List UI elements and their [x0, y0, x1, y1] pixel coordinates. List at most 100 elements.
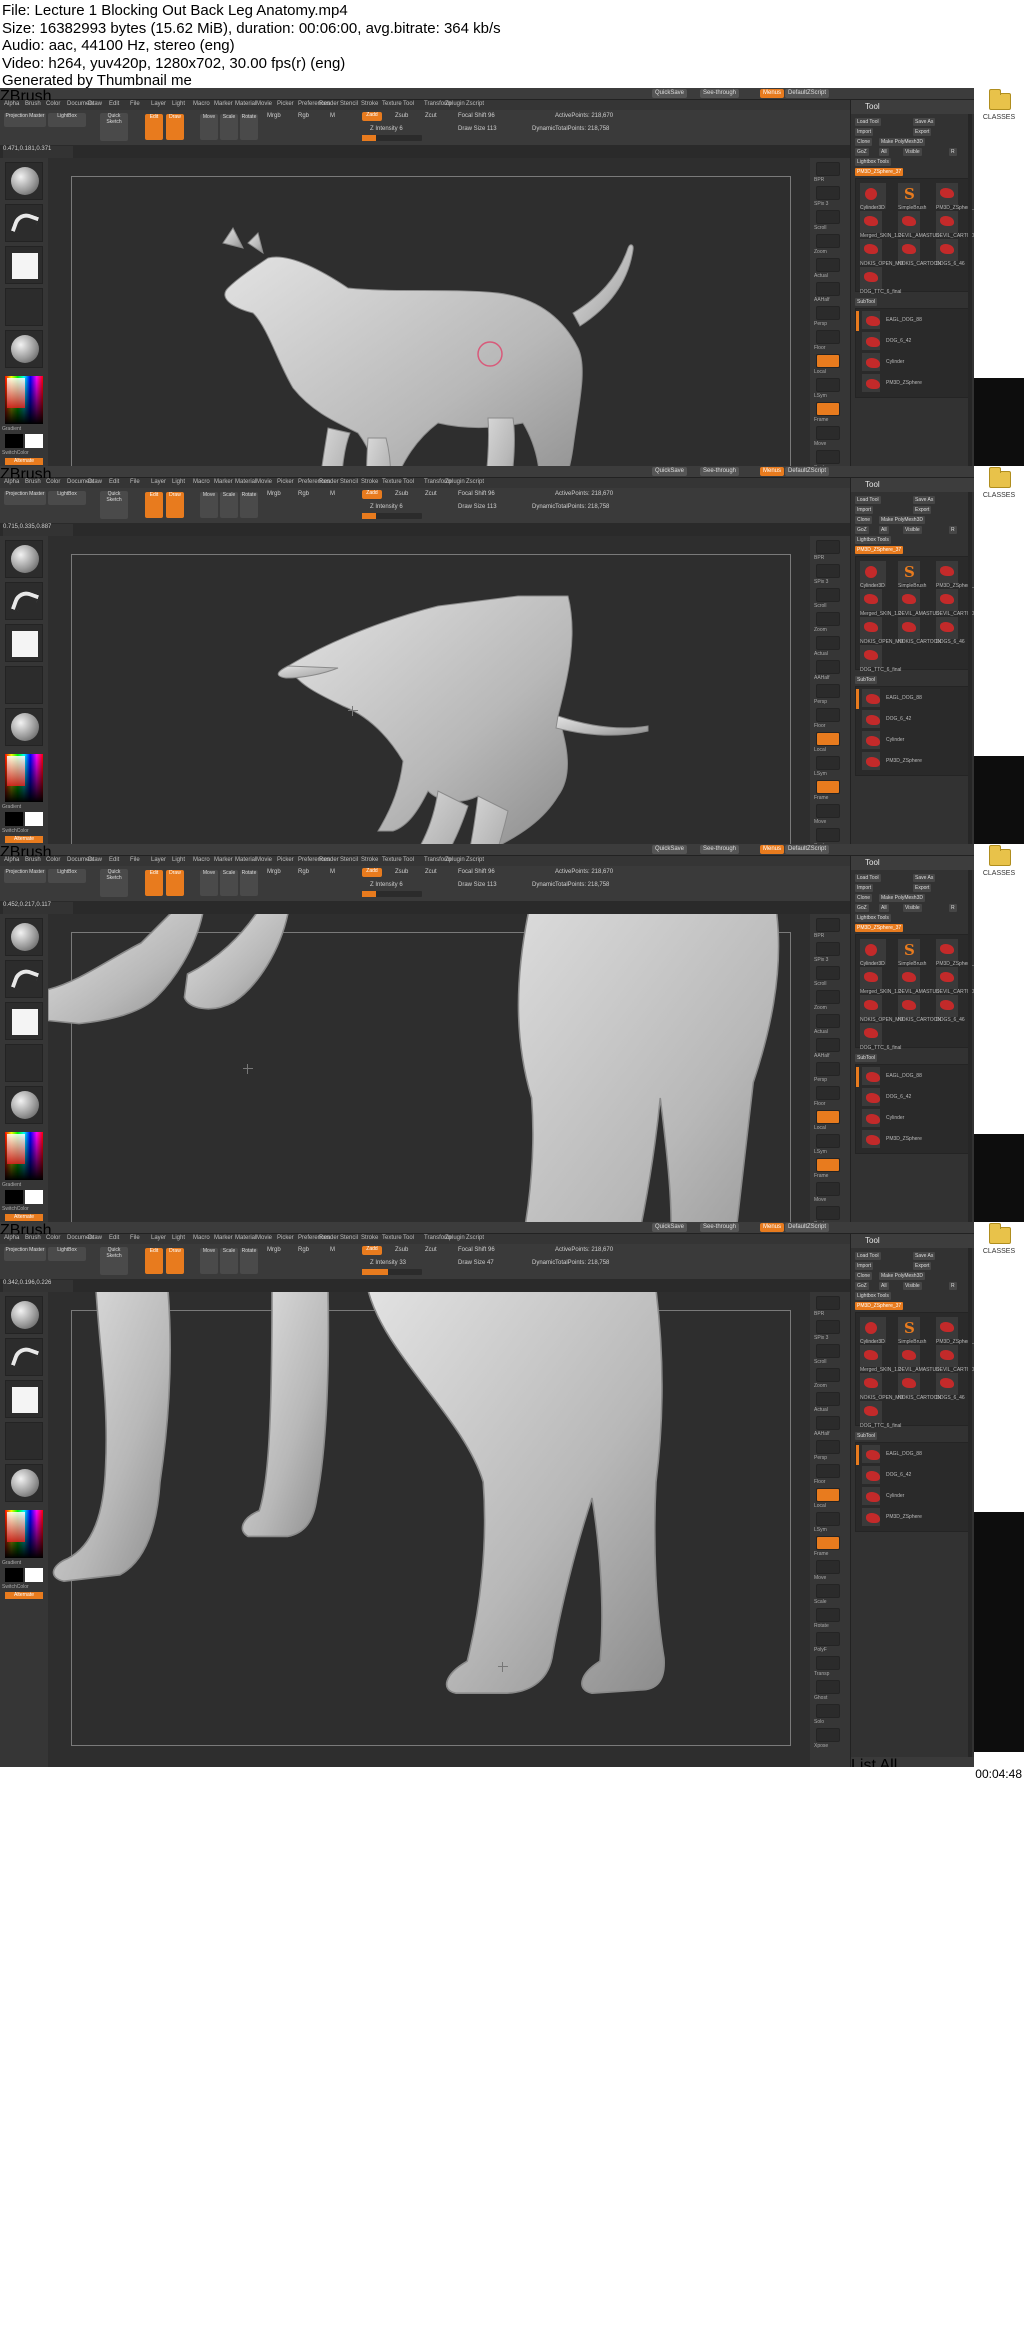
m-toggle[interactable]: M [330, 491, 335, 497]
mrgb-toggle[interactable]: Mrgb [267, 491, 281, 497]
zsub-button[interactable]: Zsub [395, 1247, 408, 1253]
import-button[interactable]: Import [855, 1262, 874, 1270]
menu-stroke[interactable]: Stroke [361, 1235, 378, 1241]
shelf-zoom-button[interactable] [816, 612, 840, 626]
shelf-scale-button[interactable] [816, 1206, 840, 1220]
subtool-thumb-2[interactable] [862, 332, 880, 350]
shelf-persp-button[interactable] [816, 1062, 840, 1076]
menu-macro[interactable]: Macro [193, 1235, 210, 1241]
tool-thumb-2[interactable] [898, 183, 920, 205]
menu-picker[interactable]: Picker [277, 857, 294, 863]
shelf-actual-button[interactable] [816, 636, 840, 650]
color-swatches[interactable] [5, 1568, 43, 1582]
alpha-slot[interactable] [5, 1002, 43, 1040]
color-swatches[interactable] [5, 434, 43, 448]
menu-stroke[interactable]: Stroke [361, 101, 378, 107]
tool-thumb-6[interactable] [936, 1345, 958, 1367]
alpha-slot[interactable] [5, 624, 43, 662]
mrgb-toggle[interactable]: Mrgb [267, 869, 281, 875]
move-button[interactable]: Move [200, 114, 218, 140]
menu-zscript[interactable]: Zscript [466, 101, 484, 107]
subtool-thumb-4[interactable] [862, 374, 880, 392]
r-button[interactable]: R [949, 148, 957, 156]
quick-sketch-button[interactable]: Quick Sketch [100, 491, 128, 519]
menu-light[interactable]: Light [172, 1235, 185, 1241]
tool-thumb-9[interactable] [936, 239, 958, 261]
all-button[interactable]: All [879, 526, 889, 534]
tool-thumb-2[interactable] [898, 1317, 920, 1339]
tool-thumb-10[interactable] [860, 267, 882, 289]
tool-thumb-5[interactable] [898, 589, 920, 611]
menu-file[interactable]: File [130, 857, 140, 863]
visible-button[interactable]: Visible [903, 148, 922, 156]
shelf-actual-button[interactable] [816, 258, 840, 272]
mrgb-toggle[interactable]: Mrgb [267, 113, 281, 119]
shelf-transp-button[interactable] [816, 1656, 840, 1670]
visible-button[interactable]: Visible [903, 526, 922, 534]
menu-material[interactable]: Material [235, 1235, 256, 1241]
menu-alpha[interactable]: Alpha [4, 479, 19, 485]
zcut-button[interactable]: Zcut [425, 491, 437, 497]
tool-thumb-5[interactable] [898, 211, 920, 233]
menu-stencil[interactable]: Stencil [340, 857, 358, 863]
z-intensity-track[interactable] [362, 1269, 422, 1275]
menu-material[interactable]: Material [235, 101, 256, 107]
draw-size-slider[interactable]: Draw Size 113 [458, 126, 497, 132]
r-button[interactable]: R [949, 904, 957, 912]
menu-movie[interactable]: Movie [256, 479, 272, 485]
shelf-frame-button[interactable] [816, 402, 840, 416]
menu-file[interactable]: File [130, 1235, 140, 1241]
make-polymesh-button[interactable]: Make PolyMesh3D [879, 138, 925, 146]
stroke-slot[interactable] [5, 582, 43, 620]
export-button[interactable]: Export [913, 1262, 932, 1270]
menu-tool[interactable]: Tool [403, 101, 414, 107]
shelf-zoom-button[interactable] [816, 1368, 840, 1382]
menu-draw[interactable]: Draw [88, 857, 102, 863]
goz-button[interactable]: GoZ [855, 1282, 869, 1290]
menu-texture[interactable]: Texture [382, 479, 402, 485]
tool-thumb-6[interactable] [936, 211, 958, 233]
shelf-bpr-button[interactable] [816, 1296, 840, 1310]
material-slot[interactable] [5, 330, 43, 368]
shelf-spix-3-button[interactable] [816, 942, 840, 956]
texture-slot[interactable] [5, 1044, 43, 1082]
menu-zscript[interactable]: Zscript [466, 1235, 484, 1241]
tool-thumb-7[interactable] [860, 995, 882, 1017]
scale-button[interactable]: Scale [220, 870, 238, 896]
save-as-button[interactable]: Save As [913, 118, 936, 126]
shelf-bpr-button[interactable] [816, 162, 840, 176]
subtool-thumb-3[interactable] [862, 1109, 880, 1127]
clone-button[interactable]: Clone [855, 894, 873, 902]
tool-thumb-5[interactable] [898, 967, 920, 989]
secondary-color-swatch[interactable] [25, 1190, 43, 1204]
rgb-toggle[interactable]: Rgb [298, 869, 309, 875]
brush-slot[interactable] [5, 540, 43, 578]
m-toggle[interactable]: M [330, 113, 335, 119]
menu-stroke[interactable]: Stroke [361, 857, 378, 863]
zsub-button[interactable]: Zsub [395, 113, 408, 119]
texture-slot[interactable] [5, 1422, 43, 1460]
shelf-local-button[interactable] [816, 732, 840, 746]
shelf-persp-button[interactable] [816, 306, 840, 320]
import-button[interactable]: Import [855, 884, 874, 892]
shelf-persp-button[interactable] [816, 684, 840, 698]
tool-thumb-8[interactable] [898, 239, 920, 261]
shelf-aahalf-button[interactable] [816, 1416, 840, 1430]
menu-render[interactable]: Render [319, 479, 339, 485]
move-button[interactable]: Move [200, 492, 218, 518]
zsub-button[interactable]: Zsub [395, 869, 408, 875]
subtool-thumb-2[interactable] [862, 1466, 880, 1484]
shelf-rotate-button[interactable] [816, 1608, 840, 1622]
zcut-button[interactable]: Zcut [425, 1247, 437, 1253]
dynamic-toggle[interactable]: Dynamic [532, 504, 555, 510]
menu-alpha[interactable]: Alpha [4, 857, 19, 863]
shelf-lsym-button[interactable] [816, 378, 840, 392]
tool-thumb-8[interactable] [898, 1373, 920, 1395]
clone-button[interactable]: Clone [855, 516, 873, 524]
subtool-thumb-4[interactable] [862, 1508, 880, 1526]
lightbox-tools-button[interactable]: Lightbox Tools [855, 1292, 891, 1300]
shelf-solo-button[interactable] [816, 1704, 840, 1718]
menu-macro[interactable]: Macro [193, 101, 210, 107]
menu-brush[interactable]: Brush [25, 101, 41, 107]
focal-shift-slider[interactable]: Focal Shift 96 [458, 1247, 495, 1253]
